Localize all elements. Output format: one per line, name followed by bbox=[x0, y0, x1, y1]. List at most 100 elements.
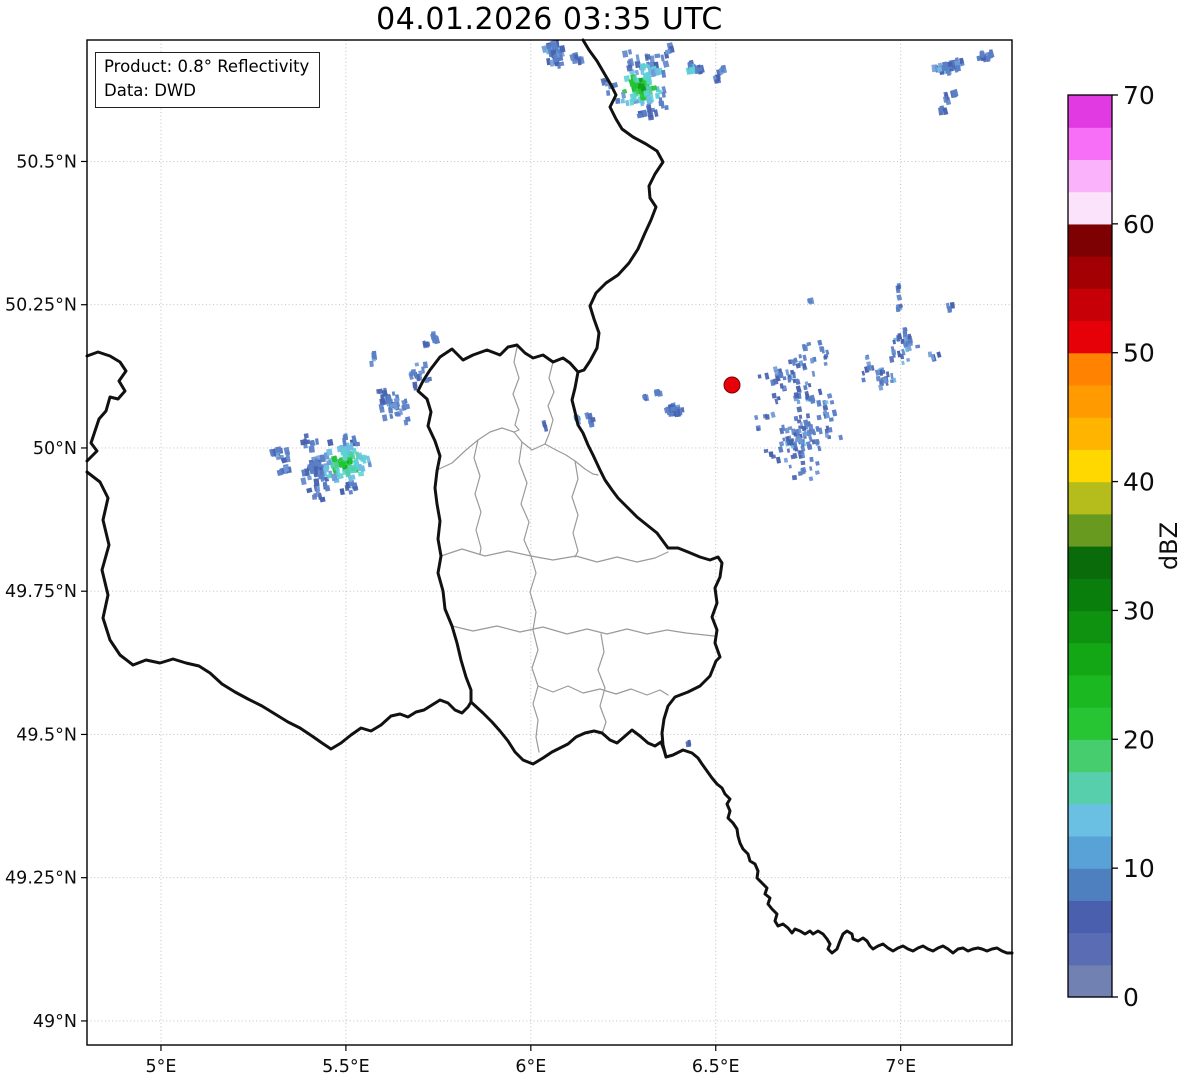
colorbar-band bbox=[1068, 578, 1112, 612]
echo-cell bbox=[768, 451, 774, 458]
echo-cell bbox=[754, 414, 759, 421]
echo-cell bbox=[358, 471, 365, 477]
echo-cell bbox=[687, 742, 691, 747]
map-canvas: 5°E 5.5°E 6°E 6.5°E 7°E 49°N 49.25°N 49.5°N 49.7… bbox=[5, 38, 1183, 1077]
echo-cell bbox=[779, 441, 785, 447]
echo-cell bbox=[763, 448, 769, 454]
echo-cell bbox=[315, 438, 319, 445]
echo-cell bbox=[632, 75, 638, 82]
colorbar: 0 10 20 30 40 50 60 70 dBZ bbox=[1067, 81, 1183, 1012]
echo-cell bbox=[805, 441, 812, 449]
colorbar-band bbox=[1068, 835, 1112, 869]
echo-cell bbox=[653, 109, 659, 118]
echo-cell bbox=[770, 411, 776, 419]
colorbar-band bbox=[1068, 513, 1112, 547]
echo-cell bbox=[816, 414, 822, 421]
colorbar-tick-label: 20 bbox=[1123, 725, 1155, 754]
echo-cell bbox=[381, 414, 388, 422]
echo-cell bbox=[890, 379, 894, 384]
echo-cell bbox=[369, 360, 374, 368]
x-tick-label: 6.5°E bbox=[692, 1057, 740, 1077]
echo-cell bbox=[890, 372, 894, 379]
echo-cell bbox=[809, 456, 814, 463]
echo-cell bbox=[635, 54, 640, 62]
echo-cell bbox=[823, 355, 828, 360]
echo-cell bbox=[772, 366, 779, 373]
echo-cell bbox=[622, 50, 629, 58]
colorbar-tick-label: 50 bbox=[1123, 339, 1155, 368]
colorbar-band bbox=[1068, 223, 1112, 257]
echo-cell bbox=[764, 414, 770, 420]
echo-cell bbox=[571, 58, 578, 65]
echo-cell bbox=[804, 390, 810, 398]
echo-cluster-west-iso1 bbox=[422, 330, 441, 349]
echo-cell bbox=[620, 98, 625, 104]
echo-cell bbox=[771, 392, 777, 399]
region-border-path bbox=[451, 625, 715, 637]
colorbar-tick-label: 60 bbox=[1123, 210, 1155, 239]
echo-cell bbox=[979, 51, 985, 57]
echo-cluster-east-speck2 bbox=[927, 351, 942, 362]
echo-cell bbox=[365, 455, 371, 463]
echo-cell bbox=[805, 413, 811, 419]
echo-cell bbox=[796, 406, 803, 413]
echo-cell bbox=[817, 339, 823, 346]
echo-cell bbox=[778, 372, 784, 379]
echo-cell bbox=[864, 355, 870, 361]
echo-cell bbox=[826, 393, 833, 399]
colorbar-band bbox=[1068, 384, 1112, 418]
echo-cell bbox=[955, 64, 961, 72]
region-border-path bbox=[544, 361, 555, 445]
echo-cell bbox=[795, 385, 802, 393]
echo-cluster-center-streak-w bbox=[641, 388, 663, 402]
country-border-path bbox=[664, 748, 1014, 955]
echo-cell bbox=[319, 496, 326, 503]
region-border-path bbox=[597, 633, 607, 735]
echo-cell bbox=[414, 362, 420, 367]
region-border-path bbox=[571, 460, 579, 558]
region-border-path bbox=[529, 555, 540, 753]
echo-cell bbox=[757, 374, 762, 379]
echo-cell bbox=[896, 285, 901, 290]
echo-layer bbox=[269, 40, 995, 748]
echo-cluster-west-iso2 bbox=[369, 350, 378, 368]
echo-cell bbox=[786, 448, 791, 453]
colorbar-band bbox=[1068, 771, 1112, 805]
echo-cell bbox=[615, 97, 621, 105]
echo-cell bbox=[791, 474, 798, 481]
echo-cell bbox=[412, 381, 418, 389]
echo-cell bbox=[318, 474, 325, 480]
echo-cell bbox=[314, 468, 318, 475]
echo-cell bbox=[789, 369, 795, 375]
echo-cluster-west-ne-arm bbox=[376, 361, 432, 426]
echo-cell bbox=[664, 49, 671, 55]
echo-cluster-south-speck bbox=[685, 739, 692, 748]
colorbar-band bbox=[1068, 159, 1112, 193]
echo-cell bbox=[664, 105, 669, 111]
echo-cell bbox=[808, 476, 814, 482]
echo-cell bbox=[339, 488, 345, 496]
region-border-path bbox=[473, 439, 482, 555]
y-tick-label: 49.25°N bbox=[5, 869, 77, 889]
echo-cell bbox=[802, 363, 807, 369]
echo-cell bbox=[803, 384, 808, 391]
echo-cell bbox=[391, 391, 396, 396]
echo-cell bbox=[895, 306, 901, 313]
y-tick-label: 49°N bbox=[33, 1012, 77, 1032]
colorbar-band bbox=[1068, 481, 1112, 515]
echo-cell bbox=[828, 417, 834, 422]
echo-cell bbox=[303, 433, 309, 439]
echo-cell bbox=[804, 381, 809, 386]
echo-cell bbox=[346, 446, 351, 454]
echo-cluster-east-vstreak bbox=[895, 282, 904, 313]
echo-cell bbox=[941, 64, 948, 72]
colorbar-band bbox=[1068, 288, 1112, 322]
colorbar-band bbox=[1068, 610, 1112, 644]
colorbar-band bbox=[1068, 127, 1112, 161]
echo-cell bbox=[815, 460, 820, 466]
echo-cell bbox=[644, 53, 651, 61]
country-border-layer bbox=[85, 38, 1014, 955]
echo-cell bbox=[823, 361, 828, 366]
echo-cell bbox=[809, 357, 815, 364]
echo-cell bbox=[896, 294, 903, 301]
